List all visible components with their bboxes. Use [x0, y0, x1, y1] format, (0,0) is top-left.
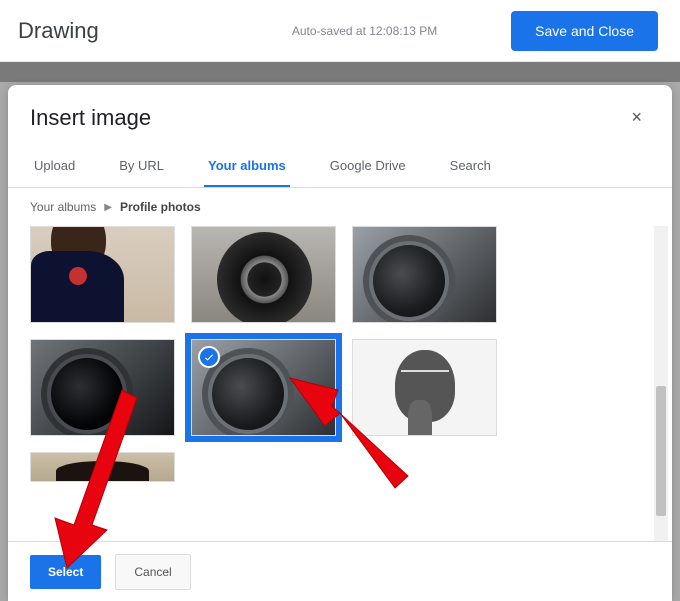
modal-title: Insert image: [30, 105, 151, 131]
thumbnail-photo-4[interactable]: [30, 339, 175, 436]
breadcrumb: Your albums ▶ Profile photos: [8, 188, 672, 226]
save-and-close-button[interactable]: Save and Close: [511, 11, 658, 51]
scrollbar-thumb[interactable]: [656, 386, 666, 516]
app-title: Drawing: [18, 18, 99, 44]
modal-footer: Select Cancel: [8, 541, 672, 601]
select-button[interactable]: Select: [30, 555, 101, 589]
close-button[interactable]: ×: [623, 103, 650, 132]
tab-google-drive[interactable]: Google Drive: [326, 148, 410, 187]
tab-by-url[interactable]: By URL: [115, 148, 168, 187]
background-toolbar-dimmed: [0, 62, 680, 82]
modal-header: Insert image ×: [8, 85, 672, 140]
thumbnail-photo-6[interactable]: [352, 339, 497, 436]
tab-search[interactable]: Search: [446, 148, 495, 187]
selected-checkmark-icon: [198, 346, 220, 368]
cancel-button[interactable]: Cancel: [115, 554, 190, 590]
drawing-app-bar: Drawing Auto-saved at 12:08:13 PM Save a…: [0, 0, 680, 62]
scrollbar-track[interactable]: [654, 226, 668, 546]
thumbnail-photo-7-partial[interactable]: [30, 452, 175, 482]
breadcrumb-current: Profile photos: [120, 200, 201, 214]
thumbnail-grid-container: [8, 226, 672, 546]
breadcrumb-root[interactable]: Your albums: [30, 200, 96, 214]
thumbnail-photo-3[interactable]: [352, 226, 497, 323]
thumbnail-photo-2[interactable]: [191, 226, 336, 323]
thumbnail-grid: [30, 226, 650, 482]
thumbnail-photo-1[interactable]: [30, 226, 175, 323]
modal-tabs: Upload By URL Your albums Google Drive S…: [8, 140, 672, 188]
tab-upload[interactable]: Upload: [30, 148, 79, 187]
chevron-right-icon: ▶: [104, 202, 112, 213]
autosave-status: Auto-saved at 12:08:13 PM: [218, 24, 511, 38]
insert-image-modal: Insert image × Upload By URL Your albums…: [8, 85, 672, 601]
tab-your-albums[interactable]: Your albums: [204, 148, 290, 187]
thumbnail-photo-5-selected[interactable]: [191, 339, 336, 436]
